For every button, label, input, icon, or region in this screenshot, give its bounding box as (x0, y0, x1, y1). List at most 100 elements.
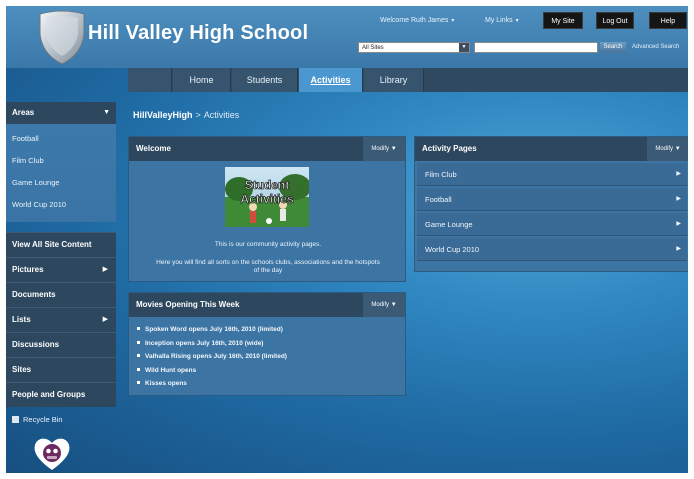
welcome-modify-menu[interactable]: Modify ▼ (363, 137, 405, 161)
top-navigation: Home Students Activities Library (128, 68, 688, 92)
chevron-right-icon: ▶ (676, 221, 681, 227)
bullet-icon (137, 354, 140, 357)
list-item[interactable]: Kisses opens (137, 377, 405, 391)
search-input[interactable] (474, 42, 598, 53)
movies-modify-menu[interactable]: Modify ▼ (363, 293, 405, 317)
modify-label: Modify (371, 146, 390, 152)
movie-item-label: Spoken Word opens July 16th, 2010 (limit… (145, 326, 283, 333)
movie-item-label: Kisses opens (145, 380, 187, 387)
my-links-menu[interactable]: My Links ▾ (485, 17, 519, 24)
site-header: Hill Valley High School Welcome Ruth Jam… (6, 6, 688, 68)
quick-launch-view-all[interactable]: View All Site Content (6, 232, 116, 257)
chevron-right-icon: ▶ (676, 246, 681, 252)
activity-item-label: World Cup 2010 (425, 245, 480, 254)
modify-label: Modify (655, 146, 674, 152)
quick-launch-sites[interactable]: Sites (6, 357, 116, 382)
quick-launch-label: Discussions (12, 340, 60, 349)
recycle-bin-link[interactable]: Recycle Bin (6, 413, 116, 427)
breadcrumb-separator: > (195, 110, 201, 120)
chevron-down-icon: ▾ (515, 18, 519, 24)
tab-students[interactable]: Students (232, 68, 298, 92)
quick-launch-discussions[interactable]: Discussions (6, 332, 116, 357)
tab-library[interactable]: Library (364, 68, 424, 92)
chevron-down-icon: ▼ (390, 302, 397, 308)
welcome-webpart-title: Welcome (136, 144, 171, 153)
tab-home[interactable]: Home (173, 68, 231, 92)
quick-launch: Areas ▼ Football Film Club Game Lounge W… (6, 102, 116, 427)
bullet-icon (137, 327, 140, 330)
activity-webpart-title: Activity Pages (422, 144, 477, 153)
areas-heading[interactable]: Areas ▼ (6, 102, 116, 124)
movie-item-label: Inception opens July 16th, 2010 (wide) (145, 339, 264, 347)
activity-item-game-lounge[interactable]: Game Lounge ▶ (417, 213, 687, 236)
my-site-button[interactable]: My Site (543, 12, 583, 29)
heart-mascot-logo (34, 438, 70, 470)
welcome-description-text: Here you will find all sorts on the scho… (156, 259, 380, 274)
area-item-football[interactable]: Football (6, 128, 116, 150)
recycle-bin-icon (12, 416, 19, 423)
welcome-webpart-header: Welcome Modify ▼ (129, 137, 405, 161)
bullet-icon (137, 340, 140, 344)
movie-item-label: Valhalla Rising opens July 16th, 2010 (l… (145, 353, 287, 360)
quick-launch-label: Lists (12, 315, 31, 324)
breadcrumb-current: Activities (203, 110, 240, 120)
search-scope-value: All Sites (362, 45, 384, 51)
activity-item-film-club[interactable]: Film Club ▶ (417, 163, 687, 186)
chevron-down-icon: ▼ (103, 109, 110, 116)
chevron-down-icon: ▼ (459, 43, 469, 52)
activity-modify-menu[interactable]: Modify ▼ (647, 137, 688, 161)
chevron-down-icon: ▾ (451, 18, 455, 24)
movie-item-label: Wild Hunt opens (145, 366, 197, 374)
activity-item-label: Film Club (425, 170, 457, 179)
bullet-icon (137, 367, 140, 371)
chevron-right-icon: ▶ (676, 171, 681, 177)
site-title[interactable]: Hill Valley High School (88, 22, 308, 45)
image-text-line1: Student (245, 178, 290, 192)
movies-webpart-header: Movies Opening This Week Modify ▼ (129, 293, 405, 317)
list-item[interactable]: Inception opens July 16th, 2010 (wide) (137, 337, 405, 351)
movie-list: Spoken Word opens July 16th, 2010 (limit… (129, 317, 405, 391)
activity-pages-webpart: Activity Pages Modify ▼ Film Club ▶ Footb… (414, 136, 688, 272)
quick-launch-lists[interactable]: Lists ▶ (6, 307, 116, 332)
quick-launch-people-groups[interactable]: People and Groups (6, 382, 116, 407)
quick-launch-label: View All Site Content (12, 240, 92, 249)
welcome-menu[interactable]: Welcome Ruth James ▾ (380, 17, 454, 24)
chevron-right-icon: ▶ (102, 316, 108, 323)
recycle-bin-label: Recycle Bin (23, 415, 63, 424)
image-text-line2: Activities (240, 192, 294, 206)
search-button[interactable]: Search (600, 42, 626, 53)
shield-logo[interactable] (34, 8, 90, 66)
modify-label: Modify (371, 302, 390, 308)
quick-launch-label: Pictures (12, 265, 44, 274)
tab-activities[interactable]: Activities (299, 68, 363, 92)
activity-webpart-header: Activity Pages Modify ▼ (415, 137, 688, 161)
help-button[interactable]: Help (649, 12, 687, 29)
chevron-down-icon: ▼ (674, 146, 681, 152)
advanced-search-link[interactable]: Advanced Search (632, 44, 679, 50)
tab-spacer (128, 68, 172, 92)
quick-launch-label: People and Groups (12, 390, 86, 399)
log-out-button[interactable]: Log Out (596, 12, 634, 29)
breadcrumb-root-link[interactable]: HillValleyHigh (133, 110, 193, 120)
activity-item-label: Football (425, 195, 452, 204)
welcome-label: Welcome Ruth James (380, 17, 449, 24)
areas-list: Football Film Club Game Lounge World Cup… (6, 124, 116, 222)
area-item-game-lounge[interactable]: Game Lounge (6, 172, 116, 194)
movies-webpart-title: Movies Opening This Week (136, 300, 240, 309)
area-item-world-cup[interactable]: World Cup 2010 (6, 194, 116, 216)
list-item[interactable]: Valhalla Rising opens July 16th, 2010 (l… (137, 350, 405, 364)
area-item-film-club[interactable]: Film Club (6, 150, 116, 172)
welcome-intro-text: This is our community activity pages. (214, 241, 322, 248)
activity-item-world-cup[interactable]: World Cup 2010 ▶ (417, 238, 687, 261)
list-item[interactable]: Spoken Word opens July 16th, 2010 (limit… (137, 323, 405, 337)
search-scope-select[interactable]: All Sites ▼ (358, 42, 470, 53)
chevron-down-icon: ▼ (390, 146, 397, 152)
quick-launch-pictures[interactable]: Pictures ▶ (6, 257, 116, 282)
list-item[interactable]: Wild Hunt opens (137, 364, 405, 378)
chevron-right-icon: ▶ (676, 196, 681, 202)
quick-launch-label: Documents (12, 290, 56, 299)
student-activities-image: Student Activities (225, 167, 309, 227)
breadcrumb: HillValleyHigh > Activities (133, 110, 239, 120)
quick-launch-documents[interactable]: Documents (6, 282, 116, 307)
activity-item-football[interactable]: Football ▶ (417, 188, 687, 211)
